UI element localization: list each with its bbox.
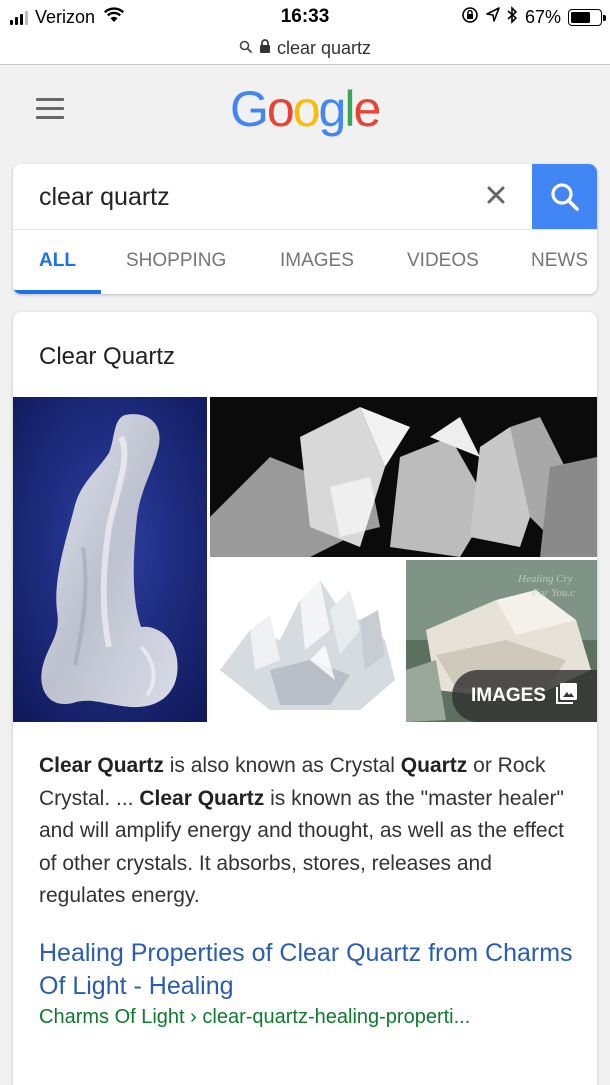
search-tabs: ALL SHOPPING IMAGES VIDEOS NEWS <box>13 230 597 294</box>
logo-letter: G <box>230 81 269 137</box>
result-title-link[interactable]: Healing Properties of Clear Quartz from … <box>39 937 579 1003</box>
image-thumbnail-2[interactable] <box>210 397 597 557</box>
location-icon <box>486 7 500 28</box>
knowledge-panel: Clear Quartz Healing Cry For You.c IMAGE… <box>13 312 597 1085</box>
description-bold: Clear Quartz <box>139 786 265 810</box>
tab-shopping[interactable]: SHOPPING <box>126 250 226 272</box>
image-gallery-icon <box>555 682 578 710</box>
more-images-button[interactable]: IMAGES <box>452 670 597 722</box>
logo-letter: o <box>266 81 295 137</box>
orientation-lock-icon <box>461 6 479 29</box>
images-chip-label: IMAGES <box>471 685 546 706</box>
panel-title: Clear Quartz <box>39 343 176 370</box>
tab-videos[interactable]: VIDEOS <box>407 250 479 272</box>
description-text: is also known as Crystal <box>163 754 401 777</box>
search-query: clear quartz <box>39 183 170 211</box>
lock-icon <box>259 38 271 59</box>
search-input[interactable]: clear quartz <box>13 164 532 229</box>
bluetooth-icon <box>507 6 518 29</box>
logo-letter: e <box>353 81 381 137</box>
active-tab-indicator <box>13 290 101 294</box>
search-icon <box>239 38 253 59</box>
battery-percent: 67% <box>524 7 561 27</box>
tab-all[interactable]: ALL <box>39 250 76 272</box>
description-bold: Clear Quartz <box>39 754 164 777</box>
logo-letter: o <box>292 81 321 137</box>
image-thumbnail-1[interactable] <box>13 397 207 722</box>
battery-level <box>571 12 590 23</box>
description-bold: Quartz <box>400 754 468 777</box>
menu-button[interactable] <box>36 98 64 120</box>
logo-letter: g <box>318 81 347 137</box>
image-watermark: Healing Cry <box>517 573 573 585</box>
breadcrumb-separator: › <box>184 1006 203 1028</box>
url-bar[interactable]: clear quartz <box>0 32 610 64</box>
status-right: 67% <box>461 6 606 29</box>
result-cite[interactable]: Charms Of Light › clear-quartz-healing-p… <box>39 1006 579 1029</box>
search-card: clear quartz ALL SHOPPING IMAGES VIDEOS … <box>13 164 597 294</box>
image-watermark: For You.c <box>531 587 575 599</box>
tab-images[interactable]: IMAGES <box>280 250 354 272</box>
close-icon <box>487 186 505 204</box>
status-bar: Verizon 16:33 67% <box>0 0 610 34</box>
battery-icon <box>568 9 606 26</box>
panel-description: Clear Quartz is also known as Crystal Qu… <box>39 750 579 913</box>
google-logo[interactable]: Google <box>230 80 381 138</box>
clear-search-button[interactable] <box>479 178 513 212</box>
url-text: clear quartz <box>276 37 372 58</box>
tab-news[interactable]: NEWS <box>531 250 588 272</box>
result-site: Charms Of Light <box>39 1006 185 1028</box>
search-icon <box>550 182 579 211</box>
search-button[interactable] <box>532 164 597 229</box>
result-path: clear-quartz-healing-properti... <box>202 1006 471 1028</box>
image-thumbnail-3[interactable] <box>210 560 403 722</box>
